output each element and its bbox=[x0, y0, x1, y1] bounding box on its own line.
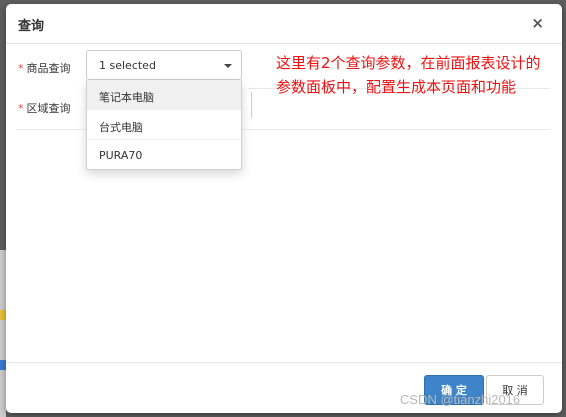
product-select-value: 1 selected bbox=[99, 59, 156, 72]
required-mark: * bbox=[18, 102, 24, 115]
annotation-note: 这里有2个查询参数，在前面报表设计的参数面板中，配置生成本页面和功能 bbox=[276, 54, 541, 96]
dropdown-option-desktop[interactable]: 台式电脑 bbox=[87, 110, 241, 140]
product-dropdown-menu: 笔记本电脑 台式电脑 PURA70 bbox=[86, 80, 242, 170]
caret-down-icon bbox=[224, 64, 232, 68]
watermark: CSDN @tianzhi2016 bbox=[400, 392, 521, 407]
dialog-title: 查询 bbox=[18, 19, 45, 34]
close-icon[interactable]: × bbox=[531, 14, 544, 32]
product-query-label-text: 商品查询 bbox=[26, 62, 71, 75]
region-select-edge[interactable] bbox=[248, 92, 252, 118]
dialog-header: 查询 × bbox=[6, 4, 562, 44]
dropdown-option-pura70[interactable]: PURA70 bbox=[87, 140, 241, 170]
region-query-label-text: 区域查询 bbox=[26, 102, 71, 115]
region-query-label: * 区域查询 bbox=[18, 100, 71, 116]
dropdown-option-laptop[interactable]: 笔记本电脑 bbox=[87, 80, 241, 110]
required-mark: * bbox=[18, 62, 24, 75]
product-multiselect[interactable]: 1 selected bbox=[86, 50, 242, 80]
product-query-label: * 商品查询 bbox=[18, 60, 71, 76]
query-dialog: 查询 × * 商品查询 * 区域查询 1 selected 笔记本电脑 台式电脑 P… bbox=[6, 4, 562, 413]
